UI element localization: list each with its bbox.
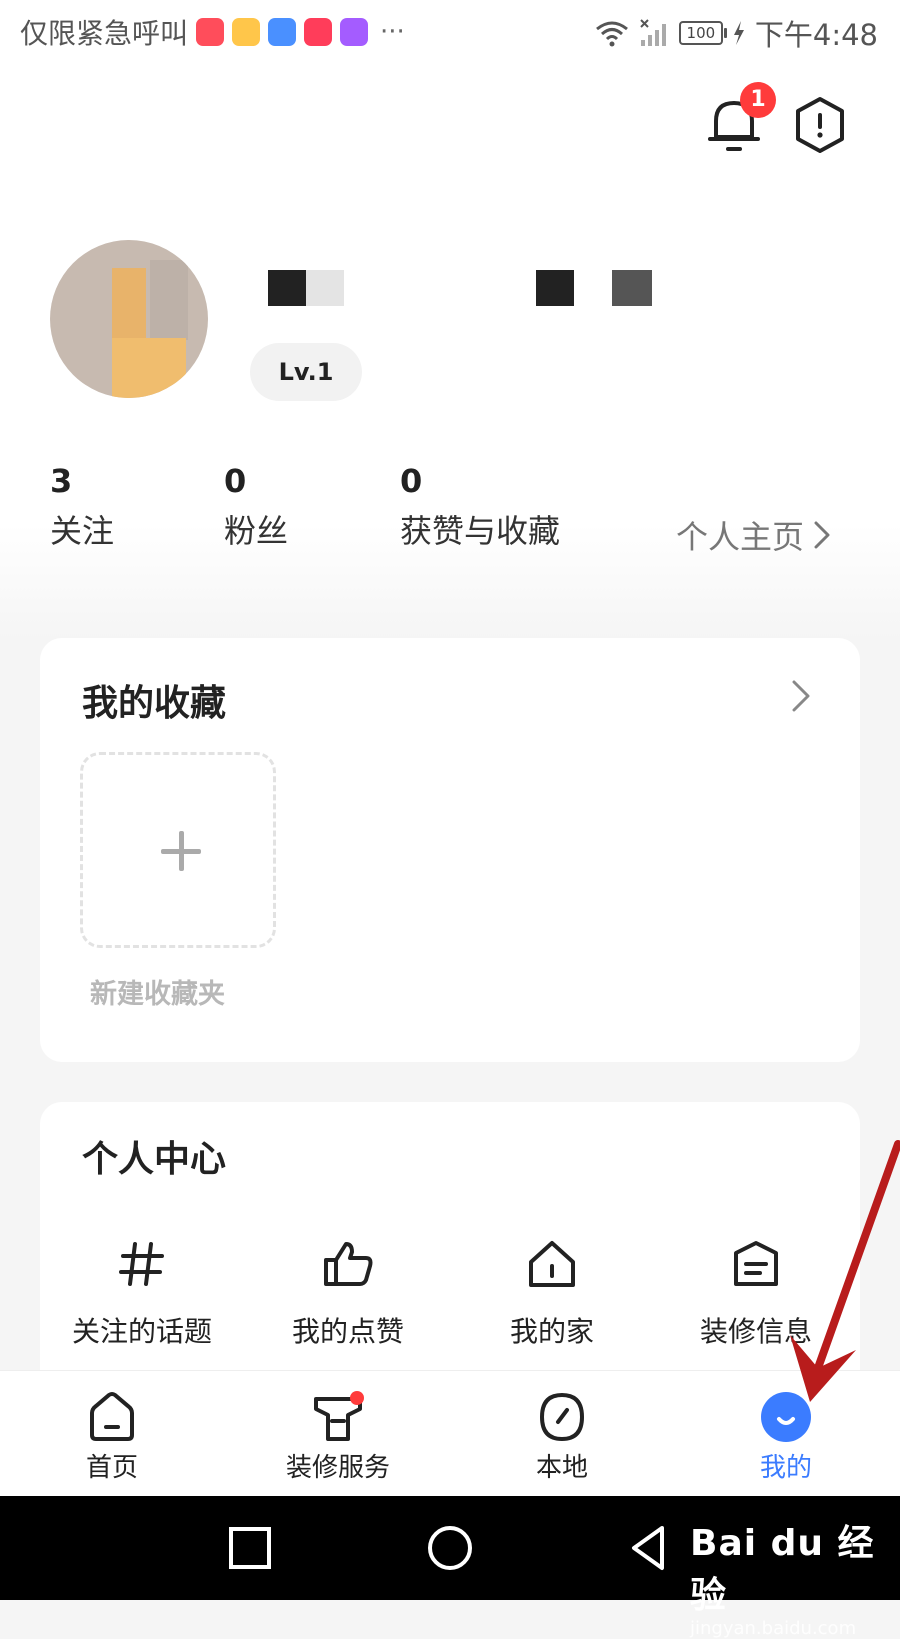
my-home-item[interactable]: 我的家 — [452, 1240, 652, 1350]
new-folder-label: 新建收藏夹 — [90, 979, 225, 1010]
personal-homepage-link[interactable]: 个人主页 — [676, 512, 830, 558]
recent-apps-icon[interactable] — [224, 1522, 276, 1574]
collections-title: 我的收藏 — [82, 683, 227, 724]
no-signal-icon — [640, 19, 666, 46]
followed-topics-item[interactable]: 关注的话题 — [42, 1240, 242, 1350]
watermark-url: jingyan.baidu.com — [690, 1618, 857, 1639]
stat-count: 0 — [400, 462, 423, 500]
home-icon — [90, 1392, 134, 1441]
center-item-label: 我的点赞 — [291, 1315, 404, 1348]
nav-label: 我的 — [759, 1453, 812, 1483]
bottom-nav: 首页 装修服务 本地 我的 — [0, 1370, 900, 1497]
avatar-pixel — [112, 338, 186, 398]
nav-local[interactable]: 本地 — [482, 1391, 642, 1484]
stat-followers[interactable]: 0 粉丝 — [224, 462, 288, 552]
thumbs-up-icon — [324, 1242, 373, 1286]
username-redacted — [612, 270, 652, 306]
stat-label: 获赞与收藏 — [400, 512, 561, 550]
more-notifications-icon: ··· — [380, 17, 405, 47]
clock: 下午4:48 — [754, 18, 878, 52]
app-notification-icon — [268, 18, 297, 46]
stat-likes-collections[interactable]: 0 获赞与收藏 — [400, 462, 560, 552]
carrier-text: 仅限紧急呼叫 — [20, 17, 189, 50]
stat-label: 关注 — [50, 512, 115, 550]
back-triangle-icon[interactable] — [622, 1522, 674, 1574]
my-likes-item[interactable]: 我的点赞 — [248, 1240, 448, 1350]
system-nav-bar: Bai du 经验 jingyan.baidu.com — [0, 1496, 900, 1639]
username-redacted — [536, 270, 574, 306]
nav-notification-dot — [350, 1391, 364, 1405]
stat-count: 3 — [50, 462, 73, 500]
annotation-arrow — [790, 1140, 900, 1402]
hashtag-icon — [119, 1242, 164, 1286]
username-redacted — [268, 270, 306, 306]
center-item-label: 我的家 — [509, 1315, 594, 1348]
wifi-icon — [595, 21, 628, 47]
avatar-pixel — [150, 260, 188, 340]
app-notification-icon — [340, 18, 369, 46]
home-circle-icon[interactable] — [424, 1522, 476, 1574]
collections-card: 我的收藏 新建收藏夹 — [40, 638, 860, 1062]
compass-icon — [539, 1392, 585, 1442]
nav-decoration-service[interactable]: 装修服务 — [258, 1391, 418, 1484]
avatar-pixel — [112, 268, 146, 338]
plus-icon — [179, 831, 184, 871]
status-right: 100 下午4:48 — [595, 12, 878, 54]
username-redacted — [306, 270, 344, 306]
home-icon — [529, 1241, 575, 1287]
homepage-link-label: 个人主页 — [676, 518, 805, 556]
status-left: 仅限紧急呼叫 ··· — [20, 12, 405, 52]
nav-label: 装修服务 — [285, 1453, 390, 1483]
chevron-right-icon[interactable] — [792, 680, 810, 712]
battery-icon: 100 — [678, 21, 727, 45]
new-folder-button[interactable] — [80, 752, 276, 948]
app-notification-icon — [196, 18, 225, 46]
baidu-watermark: Bai du 经验 jingyan.baidu.com — [690, 1514, 900, 1639]
app-notification-icon — [304, 18, 333, 46]
charging-icon — [733, 21, 744, 45]
stat-following[interactable]: 3 关注 — [50, 462, 114, 552]
stat-count: 0 — [224, 462, 247, 500]
stat-label: 粉丝 — [224, 512, 289, 550]
avatar[interactable] — [50, 240, 208, 398]
document-icon — [734, 1241, 778, 1286]
nav-label: 首页 — [85, 1453, 138, 1483]
level-badge[interactable]: Lv.1 — [250, 343, 362, 401]
watermark-brand: Bai du 经验 — [690, 1523, 875, 1616]
app-notification-icon — [232, 18, 261, 46]
chevron-right-icon — [814, 521, 830, 549]
nav-label: 本地 — [535, 1453, 588, 1483]
personal-center-title: 个人中心 — [82, 1139, 227, 1180]
notification-badge: 1 — [740, 82, 776, 118]
status-bar: 仅限紧急呼叫 ··· 100 下午4:48 — [0, 0, 900, 62]
center-item-label: 关注的话题 — [71, 1315, 212, 1348]
nav-home[interactable]: 首页 — [32, 1391, 192, 1484]
hexagon-settings-icon[interactable] — [794, 96, 846, 154]
